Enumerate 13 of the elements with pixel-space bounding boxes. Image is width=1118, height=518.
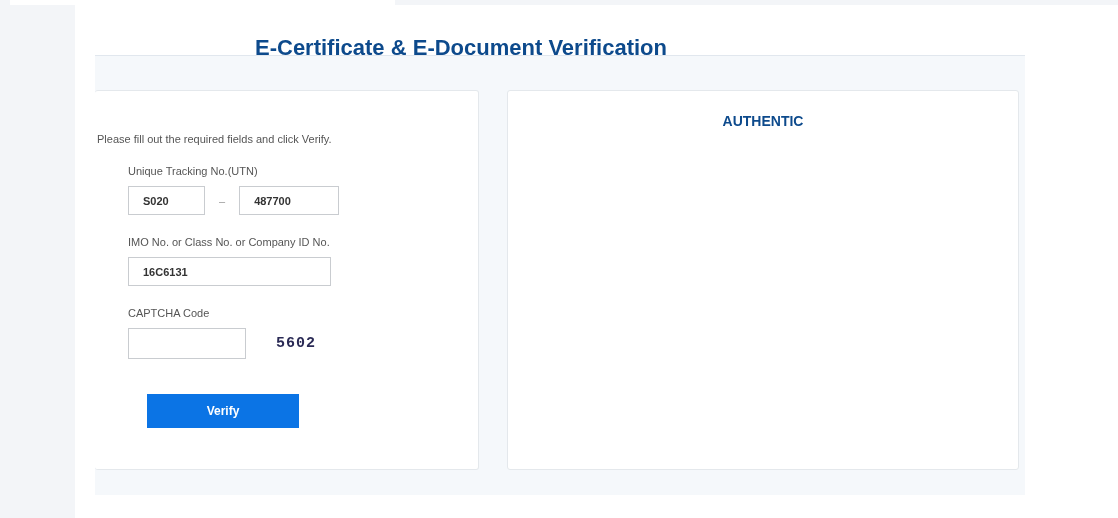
- separator-text: –: [219, 194, 226, 207]
- captcha-field[interactable]: [128, 328, 246, 359]
- utn-prefix-field[interactable]: S020: [128, 186, 205, 215]
- page-title: E-Certificate & E-Document Verification: [255, 35, 667, 61]
- instruction-text: Please fill out the required fields and click Verify.: [97, 133, 333, 145]
- verify-button[interactable]: Verify: [147, 394, 299, 428]
- utn-number-field[interactable]: 487700: [239, 186, 340, 215]
- field-label: CAPTCHA Code: [128, 307, 211, 319]
- captcha-image: 5602: [276, 335, 316, 352]
- status-text: AUTHENTIC: [722, 113, 804, 129]
- field-label: Unique Tracking No.(UTN): [128, 165, 259, 177]
- id-number-field[interactable]: 16C6131: [128, 257, 331, 286]
- field-label: IMO No. or Class No. or Company ID No.: [128, 236, 331, 248]
